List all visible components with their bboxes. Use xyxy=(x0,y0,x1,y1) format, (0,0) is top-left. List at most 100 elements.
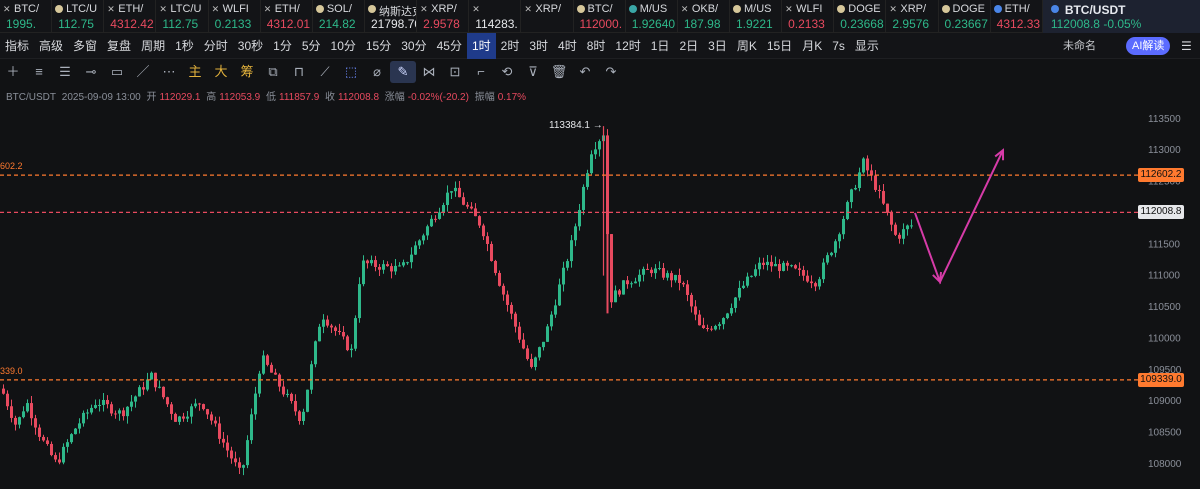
candle-body xyxy=(690,294,693,307)
candle-body xyxy=(882,191,885,204)
toolbar-item-26[interactable]: 7s xyxy=(827,33,850,59)
tool-da-icon[interactable]: 大 xyxy=(208,61,234,83)
eraser-icon[interactable]: ⌀ xyxy=(364,61,390,83)
toolbar-item-13[interactable]: 45分 xyxy=(432,33,467,59)
candle-body xyxy=(390,266,393,272)
candle-body xyxy=(98,404,101,406)
lock-icon[interactable]: ⊡ xyxy=(442,61,468,83)
candle-body xyxy=(406,262,409,264)
ai-interpret-button[interactable]: AI解读 xyxy=(1126,37,1171,55)
ticker-16[interactable]: DOGE 0.23668 xyxy=(834,0,887,33)
parallel-lines-icon[interactable]: ☰ xyxy=(52,61,78,83)
ticker-2[interactable]: ✕ ETH/4312.42 xyxy=(104,0,157,33)
ticker-7[interactable]: 纳斯达克21798.70 xyxy=(365,0,418,33)
candle-body xyxy=(58,459,61,463)
toolbar-item-19[interactable]: 12时 xyxy=(610,33,645,59)
toolbar-item-21[interactable]: 2日 xyxy=(674,33,703,59)
toolbar-item-2[interactable]: 多窗 xyxy=(68,33,102,59)
ticker-5[interactable]: ✕ ETH/4312.01 xyxy=(261,0,313,33)
toolbar-item-17[interactable]: 4时 xyxy=(553,33,582,59)
trash-icon[interactable]: 🗑 xyxy=(546,61,572,83)
trading-app: ✕ BTC/1995. LTC/U 112.75 ✕ ETH/4312.42 ✕ LTC/U 1… xyxy=(0,0,1200,489)
candle-body xyxy=(22,411,25,418)
ticker-10[interactable]: ✕ XRP/ xyxy=(521,0,574,33)
filter-icon[interactable]: ⊽ xyxy=(520,61,546,83)
projection-arrow xyxy=(914,149,1004,285)
ticker-1[interactable]: LTC/U 112.75 xyxy=(52,0,105,33)
candle-body xyxy=(714,325,717,330)
redo-icon[interactable]: ↷ xyxy=(598,61,624,83)
ticker-13[interactable]: ✕ OKB/187.98 xyxy=(678,0,730,33)
tool-chou-icon[interactable]: 筹 xyxy=(234,61,260,83)
ruler-icon[interactable]: ⟋ xyxy=(312,61,338,83)
magnet-icon[interactable]: ⊓ xyxy=(286,61,312,83)
toolbar-item-9[interactable]: 5分 xyxy=(297,33,326,59)
ticker-price: 1995. xyxy=(6,17,37,31)
toolbar-item-7[interactable]: 30秒 xyxy=(233,33,268,59)
tool-zhu-icon[interactable]: 主 xyxy=(182,61,208,83)
ticker-6[interactable]: SOL/214.82 xyxy=(313,0,365,33)
rectangle-icon[interactable]: ▭ xyxy=(104,61,130,83)
ticker-4[interactable]: ✕ WLFI 0.2133 xyxy=(209,0,261,33)
ticker-18[interactable]: DOGE 0.23667 xyxy=(939,0,991,33)
candle-body xyxy=(50,443,53,456)
candle-body xyxy=(202,404,205,410)
toolbar-item-22[interactable]: 3日 xyxy=(703,33,732,59)
price-chart[interactable]: 1135001130001125001120001115001110001105… xyxy=(0,100,1200,489)
trend-line-icon[interactable]: ／ xyxy=(130,61,156,83)
toolbar-item-16[interactable]: 3时 xyxy=(524,33,553,59)
toolbar-item-4[interactable]: 周期 xyxy=(136,33,170,59)
candle-body xyxy=(638,274,641,282)
ticker-14[interactable]: M/US 1.9221 xyxy=(730,0,783,33)
horizontal-line-icon[interactable]: ⊸ xyxy=(78,61,104,83)
menu-icon[interactable]: ☰ xyxy=(1181,33,1192,59)
ticker-19[interactable]: ETH/4312.33 xyxy=(991,0,1043,33)
ticker-15[interactable]: ✕ WLFI 0.2133 xyxy=(782,0,835,33)
candle-body xyxy=(490,243,493,261)
ticker-17[interactable]: ✕ XRP/2.9576 xyxy=(886,0,939,33)
toolbar-item-11[interactable]: 15分 xyxy=(361,33,396,59)
toolbar-item-6[interactable]: 分时 xyxy=(199,33,233,59)
ticker-price: 1.9221 xyxy=(735,17,773,31)
ticker-9[interactable]: ✕ 114283. xyxy=(469,0,522,33)
coin-icon xyxy=(576,5,585,13)
toolbar-item-15[interactable]: 2时 xyxy=(496,33,525,59)
ticker-0[interactable]: ✕ BTC/1995. xyxy=(0,0,53,33)
ticker-price: 214.82 xyxy=(318,17,356,31)
toolbar-item-24[interactable]: 15日 xyxy=(762,33,797,59)
more-dots-icon[interactable]: ⋯ xyxy=(156,61,182,83)
lines-icon[interactable]: ≡ xyxy=(26,61,52,83)
candle-body xyxy=(238,462,241,468)
ticker-11[interactable]: BTC/112000. xyxy=(574,0,626,33)
toolbar-item-20[interactable]: 1日 xyxy=(646,33,675,59)
toolbar-item-27[interactable]: 显示 xyxy=(850,33,884,59)
ticker-8[interactable]: ✕ XRP/2.9578 xyxy=(417,0,470,33)
crosshair-icon[interactable]: ＋ xyxy=(0,61,26,83)
toolbar-item-18[interactable]: 8时 xyxy=(582,33,611,59)
candle-body xyxy=(446,192,449,206)
candle-body xyxy=(278,374,281,387)
layout-name[interactable]: 未命名 xyxy=(1063,33,1096,59)
ticker-12[interactable]: M/US 1.92640 xyxy=(626,0,678,33)
toolbar-item-25[interactable]: 月K xyxy=(797,33,827,59)
toolbar-item-12[interactable]: 30分 xyxy=(396,33,431,59)
select-icon[interactable]: ⬚ xyxy=(338,61,364,83)
undo-icon[interactable]: ↶ xyxy=(572,61,598,83)
indicator-icon[interactable]: ⧉ xyxy=(260,61,286,83)
toolbar-item-3[interactable]: 复盘 xyxy=(102,33,136,59)
toolbar-item-1[interactable]: 高级 xyxy=(34,33,68,59)
pattern-icon[interactable]: ⋈ xyxy=(416,61,442,83)
active-ticker[interactable]: BTC/USDT 112008.8 -0.05% xyxy=(1042,0,1200,33)
toolbar-item-8[interactable]: 1分 xyxy=(268,33,297,59)
pen-icon[interactable]: ✎ xyxy=(390,61,416,83)
candle-body xyxy=(722,318,725,325)
toolbar-item-14[interactable]: 1时 xyxy=(466,32,496,59)
ticker-3[interactable]: ✕ LTC/U 112.75 xyxy=(156,0,209,33)
toolbar-item-10[interactable]: 10分 xyxy=(326,33,361,59)
toolbar-item-0[interactable]: 指标 xyxy=(0,33,34,59)
toolbar-item-5[interactable]: 1秒 xyxy=(170,33,199,59)
candle-body xyxy=(742,285,745,288)
toolbar-item-23[interactable]: 周K xyxy=(732,33,762,59)
brush-icon[interactable]: ⌐ xyxy=(468,61,494,83)
cycle-icon[interactable]: ⟲ xyxy=(494,61,520,83)
